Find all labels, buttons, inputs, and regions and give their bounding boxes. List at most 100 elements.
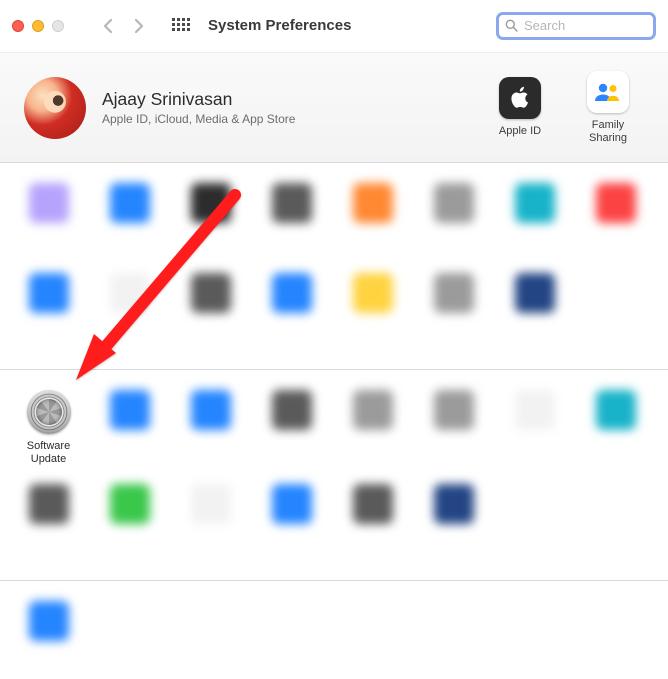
apple-id-button[interactable]: Apple ID <box>484 77 556 138</box>
pref-label <box>533 319 536 345</box>
pref-icon <box>434 183 474 223</box>
nav-buttons <box>96 14 150 38</box>
pref-icon <box>434 273 474 313</box>
toolbar: System Preferences <box>0 0 668 52</box>
pref-item[interactable] <box>413 390 494 466</box>
pref-icon <box>353 484 393 524</box>
minimize-window-button[interactable] <box>32 20 44 32</box>
user-name: Ajaay Srinivasan <box>102 89 295 110</box>
user-subtitle: Apple ID, iCloud, Media & App Store <box>102 112 295 126</box>
pref-item[interactable] <box>332 484 413 556</box>
grid-icon <box>172 18 188 34</box>
window-title: System Preferences <box>208 17 351 34</box>
pref-icon <box>596 390 636 430</box>
pref-item[interactable] <box>170 273 251 345</box>
pref-item[interactable] <box>413 484 494 556</box>
family-sharing-label: Family Sharing <box>572 119 644 144</box>
pref-label <box>290 229 293 255</box>
pref-item[interactable] <box>575 183 656 255</box>
pref-icon <box>110 390 150 430</box>
pref-item[interactable] <box>89 273 170 345</box>
pref-icon <box>272 183 312 223</box>
pref-label <box>290 319 293 345</box>
pref-label <box>209 229 212 255</box>
software-update-icon <box>27 390 71 434</box>
pref-label <box>128 530 131 556</box>
pref-item[interactable] <box>251 390 332 466</box>
pref-icon <box>110 183 150 223</box>
pref-icon <box>272 273 312 313</box>
pref-label <box>452 436 455 462</box>
pref-item[interactable] <box>170 183 251 255</box>
family-sharing-button[interactable]: Family Sharing <box>572 71 644 144</box>
pref-icon <box>191 484 231 524</box>
pref-item[interactable] <box>413 183 494 255</box>
pref-label <box>47 647 50 673</box>
pref-item[interactable] <box>89 183 170 255</box>
pref-item[interactable] <box>494 183 575 255</box>
pref-software-update[interactable]: Software Update <box>8 390 89 466</box>
pref-item[interactable] <box>251 273 332 345</box>
pref-icon <box>191 183 231 223</box>
pref-icon <box>515 183 555 223</box>
pref-item[interactable] <box>89 484 170 556</box>
pref-label <box>533 436 536 462</box>
forward-button[interactable] <box>126 14 150 38</box>
pref-item[interactable] <box>8 601 89 673</box>
show-all-button[interactable] <box>170 16 190 36</box>
apple-logo-icon <box>499 77 541 119</box>
user-avatar[interactable] <box>24 77 86 139</box>
pref-label <box>371 229 374 255</box>
pref-icon <box>191 390 231 430</box>
pref-item[interactable] <box>494 390 575 466</box>
pref-icon <box>353 390 393 430</box>
pref-label <box>452 530 455 556</box>
pref-icon <box>515 273 555 313</box>
pref-item[interactable] <box>8 273 89 345</box>
pref-icon <box>110 484 150 524</box>
pref-item[interactable] <box>494 273 575 345</box>
pref-label <box>128 229 131 255</box>
search-icon <box>505 19 518 32</box>
pref-item[interactable] <box>251 484 332 556</box>
pref-item[interactable] <box>332 183 413 255</box>
pref-icon <box>110 273 150 313</box>
account-header: Ajaay Srinivasan Apple ID, iCloud, Media… <box>0 52 668 163</box>
grid-section-2: Software Update <box>0 370 668 581</box>
pref-label <box>209 319 212 345</box>
search-input[interactable] <box>524 18 647 33</box>
pref-item[interactable] <box>8 484 89 556</box>
pref-label <box>47 530 50 556</box>
pref-item[interactable] <box>332 273 413 345</box>
pref-label <box>47 319 50 345</box>
pref-item[interactable] <box>89 390 170 466</box>
pref-icon <box>29 273 69 313</box>
pref-label <box>371 319 374 345</box>
pref-label <box>614 229 617 255</box>
pref-icon <box>29 183 69 223</box>
back-button[interactable] <box>96 14 120 38</box>
pref-label <box>533 229 536 255</box>
pref-icon <box>191 273 231 313</box>
grid-section-1 <box>0 163 668 370</box>
pref-item[interactable] <box>413 273 494 345</box>
pref-label <box>209 530 212 556</box>
pref-label <box>128 436 131 462</box>
pref-item[interactable] <box>170 484 251 556</box>
pref-item[interactable] <box>332 390 413 466</box>
close-window-button[interactable] <box>12 20 24 32</box>
pref-item[interactable] <box>170 390 251 466</box>
pref-icon <box>434 390 474 430</box>
user-text: Ajaay Srinivasan Apple ID, iCloud, Media… <box>102 89 295 126</box>
pref-label <box>452 319 455 345</box>
zoom-window-button <box>52 20 64 32</box>
search-field[interactable] <box>496 12 656 40</box>
apple-id-label: Apple ID <box>499 125 541 138</box>
pref-icon <box>29 484 69 524</box>
pref-item[interactable] <box>575 390 656 466</box>
pref-label <box>209 436 212 462</box>
pref-item[interactable] <box>8 183 89 255</box>
pref-label <box>614 436 617 462</box>
pref-item[interactable] <box>251 183 332 255</box>
family-sharing-icon <box>587 71 629 113</box>
